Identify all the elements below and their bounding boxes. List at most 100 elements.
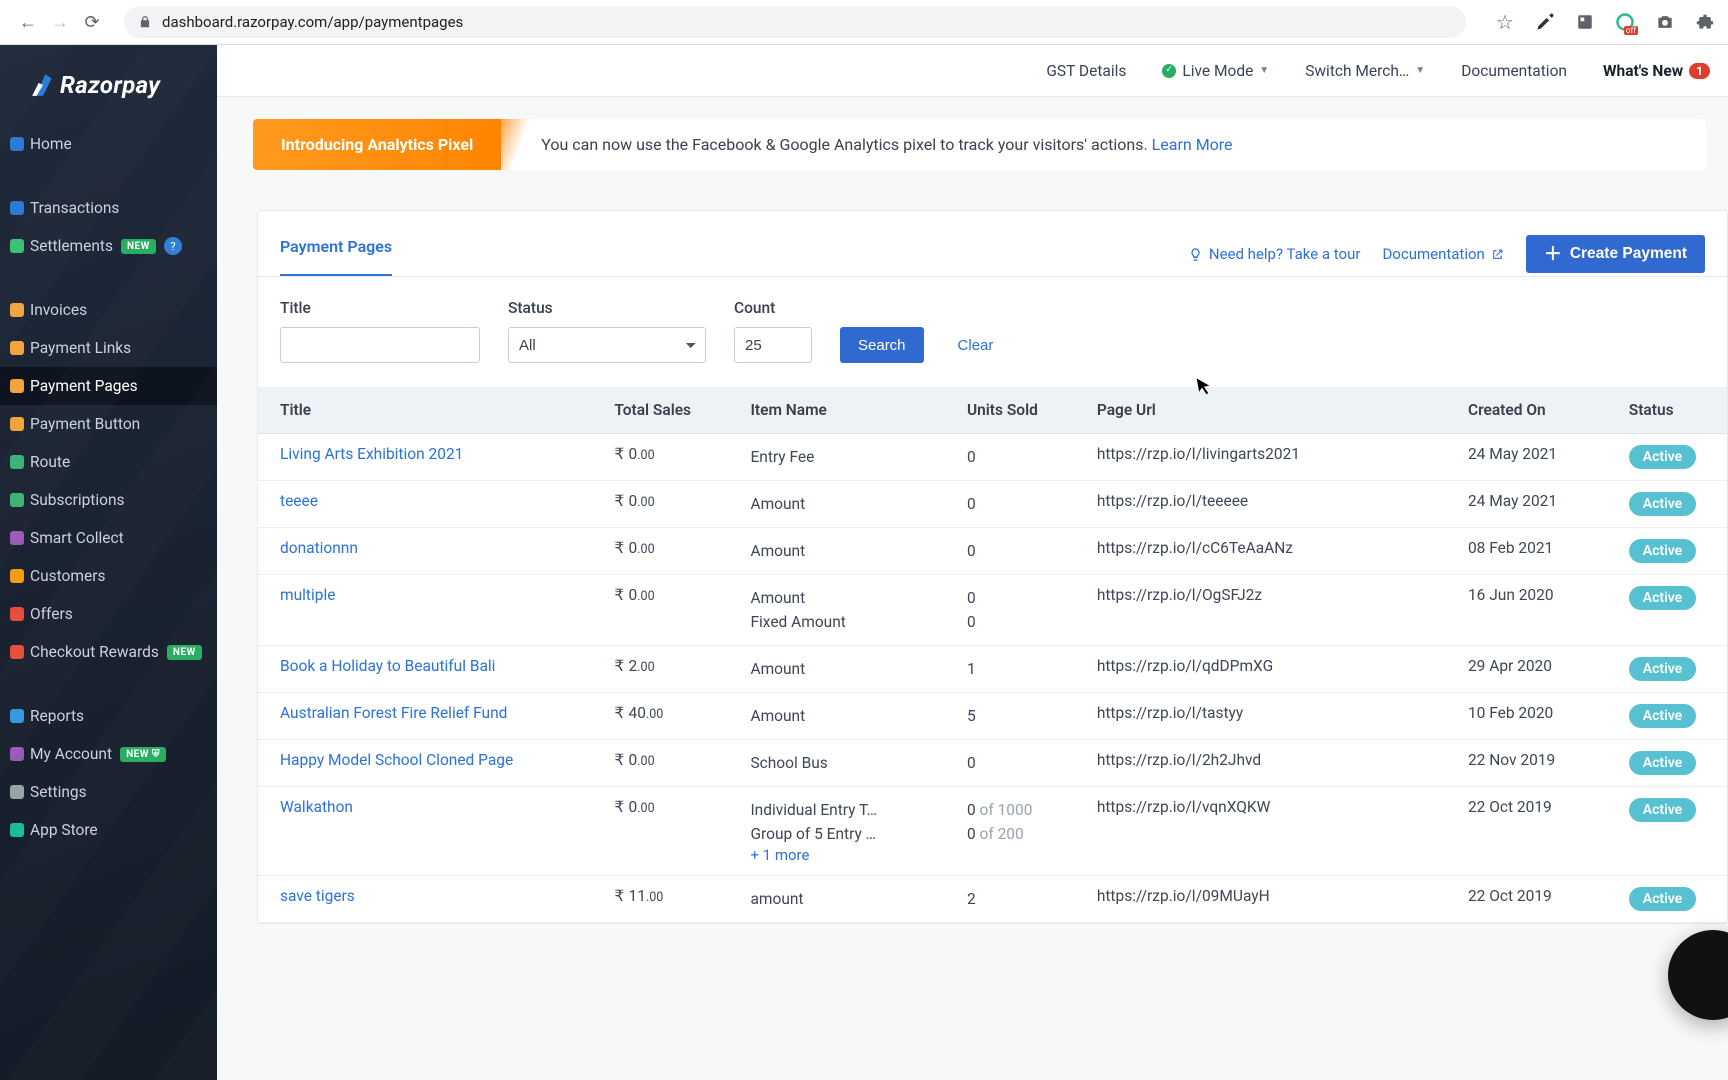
page-title-link[interactable]: Book a Holiday to Beautiful Bali <box>280 657 495 675</box>
status-badge: Active <box>1629 492 1696 516</box>
table-row[interactable]: donationnn ₹ 0.00 Amount 0 https://rzp.i… <box>258 528 1727 575</box>
col-item-name[interactable]: Item Name <box>740 387 956 434</box>
tab-payment-pages[interactable]: Payment Pages <box>280 231 392 277</box>
sidebar-item-checkout-rewards[interactable]: Checkout RewardsNEW <box>0 633 217 671</box>
live-mode-toggle[interactable]: Live Mode▼ <box>1162 62 1269 80</box>
extensions-puzzle-icon[interactable] <box>1694 11 1716 33</box>
nav-icon <box>10 303 24 317</box>
documentation-link[interactable]: Documentation <box>1461 62 1567 80</box>
sidebar-item-payment-links[interactable]: Payment Links <box>0 329 217 367</box>
ext-icon-4[interactable] <box>1654 11 1676 33</box>
nav-icon <box>10 417 24 431</box>
sidebar-item-route[interactable]: Route <box>0 443 217 481</box>
sidebar-item-label: My Account <box>30 745 112 763</box>
col-units-sold[interactable]: Units Sold <box>957 387 1087 434</box>
sidebar-item-offers[interactable]: Offers <box>0 595 217 633</box>
gst-details-link[interactable]: GST Details <box>1046 62 1126 80</box>
sidebar-item-settlements[interactable]: SettlementsNEW? <box>0 227 217 265</box>
table-row[interactable]: Happy Model School Cloned Page ₹ 0.00 Sc… <box>258 740 1727 787</box>
chevron-down-icon: ▼ <box>1415 65 1425 76</box>
sidebar-item-label: Offers <box>30 605 73 623</box>
clear-button[interactable]: Clear <box>952 327 1000 363</box>
page-title-link[interactable]: Australian Forest Fire Relief Fund <box>280 704 507 722</box>
filter-count-input[interactable] <box>734 327 812 363</box>
sidebar-item-transactions[interactable]: Transactions <box>0 189 217 227</box>
create-payment-page-button[interactable]: ＋ Create Payment <box>1526 235 1705 273</box>
page-url: https://rzp.io/l/qdDPmXG <box>1087 646 1458 693</box>
eyedropper-ext-icon[interactable] <box>1534 11 1556 33</box>
nav-icon <box>10 137 24 151</box>
created-on: 24 May 2021 <box>1458 481 1619 528</box>
reload-button[interactable]: ⟳ <box>80 12 104 33</box>
switch-merchant[interactable]: Switch Merch…▼ <box>1305 62 1425 80</box>
col-status[interactable]: Status <box>1619 387 1727 434</box>
table-row[interactable]: multiple ₹ 0.00 AmountFixed Amount 00 ht… <box>258 575 1727 646</box>
status-badge: Active <box>1629 539 1696 563</box>
back-button[interactable]: ← <box>16 12 40 33</box>
sidebar-item-my-account[interactable]: My AccountNEW ⛨ <box>0 735 217 773</box>
page-title-link[interactable]: save tigers <box>280 887 355 905</box>
sidebar-item-settings[interactable]: Settings <box>0 773 217 811</box>
filter-title-input[interactable] <box>280 327 480 363</box>
page-title-link[interactable]: Happy Model School Cloned Page <box>280 751 513 769</box>
table-row[interactable]: teeee ₹ 0.00 Amount 0 https://rzp.io/l/t… <box>258 481 1727 528</box>
page-url: https://rzp.io/l/2h2Jhvd <box>1087 740 1458 787</box>
page-title-link[interactable]: Living Arts Exhibition 2021 <box>280 445 463 463</box>
table-row[interactable]: Walkathon ₹ 0.00 Individual Entry T…Grou… <box>258 787 1727 876</box>
sidebar-item-payment-button[interactable]: Payment Button <box>0 405 217 443</box>
page-title-link[interactable]: donationnn <box>280 539 358 557</box>
status-badge: Active <box>1629 751 1696 775</box>
units-sold: 0 <box>967 586 1077 610</box>
page-title-link[interactable]: Walkathon <box>280 798 353 816</box>
filter-status-label: Status <box>508 299 706 317</box>
forward-button[interactable]: → <box>48 12 72 33</box>
total-sales: ₹ 0.00 <box>604 740 740 787</box>
sidebar-item-app-store[interactable]: App Store <box>0 811 217 849</box>
help-fab[interactable] <box>1668 930 1728 1020</box>
nav-icon <box>10 379 24 393</box>
sidebar-item-customers[interactable]: Customers <box>0 557 217 595</box>
take-a-tour-link[interactable]: Need help? Take a tour <box>1188 245 1361 263</box>
address-bar[interactable]: dashboard.razorpay.com/app/paymentpages <box>124 6 1466 38</box>
col-page-url[interactable]: Page Url <box>1087 387 1458 434</box>
panel-documentation-link[interactable]: Documentation <box>1382 245 1503 263</box>
table-row[interactable]: save tigers ₹ 11.00 amount 2 https://rzp… <box>258 876 1727 923</box>
search-button[interactable]: Search <box>840 327 924 363</box>
payment-pages-panel: Payment Pages Need help? Take a tour Doc… <box>257 210 1728 924</box>
analytics-banner: Introducing Analytics Pixel You can now … <box>253 119 1706 170</box>
page-url: https://rzp.io/l/vqnXQKW <box>1087 787 1458 876</box>
ext-icon-3[interactable]: off <box>1614 11 1636 33</box>
filter-status-select[interactable]: All <box>508 327 706 363</box>
sidebar-item-home[interactable]: Home <box>0 125 217 163</box>
table-row[interactable]: Book a Holiday to Beautiful Bali ₹ 2.00 … <box>258 646 1727 693</box>
table-row[interactable]: Australian Forest Fire Relief Fund ₹ 40.… <box>258 693 1727 740</box>
more-items-link[interactable]: + 1 more <box>750 846 946 864</box>
page-url: https://rzp.io/l/cC6TeAaANz <box>1087 528 1458 575</box>
nav-icon <box>10 823 24 837</box>
whats-new[interactable]: What's New 1 <box>1603 62 1710 80</box>
units-sold: 5 <box>967 704 1077 728</box>
sidebar-item-reports[interactable]: Reports <box>0 697 217 735</box>
sidebar-item-smart-collect[interactable]: Smart Collect <box>0 519 217 557</box>
created-on: 08 Feb 2021 <box>1458 528 1619 575</box>
units-sold: 0 <box>967 492 1077 516</box>
units-sold: 0 <box>967 539 1077 563</box>
payment-pages-table: Title Total Sales Item Name Units Sold P… <box>258 387 1727 923</box>
learn-more-link[interactable]: Learn More <box>1152 135 1233 154</box>
col-created-on[interactable]: Created On <box>1458 387 1619 434</box>
sidebar-item-invoices[interactable]: Invoices <box>0 291 217 329</box>
units-sold: 0 of 200 <box>967 822 1077 846</box>
table-row[interactable]: Living Arts Exhibition 2021 ₹ 0.00 Entry… <box>258 434 1727 481</box>
page-title-link[interactable]: teeee <box>280 492 318 510</box>
sidebar-item-payment-pages[interactable]: Payment Pages <box>0 367 217 405</box>
nav-icon <box>10 531 24 545</box>
item-name: School Bus <box>750 751 946 775</box>
col-total-sales[interactable]: Total Sales <box>604 387 740 434</box>
logo[interactable]: Razorpay <box>0 45 217 125</box>
page-title-link[interactable]: multiple <box>280 586 335 604</box>
ext-icon-2[interactable] <box>1574 11 1596 33</box>
content: GST Details Live Mode▼ Switch Merch…▼ Do… <box>217 45 1728 1080</box>
star-icon[interactable]: ☆ <box>1494 11 1516 33</box>
sidebar-item-subscriptions[interactable]: Subscriptions <box>0 481 217 519</box>
col-title[interactable]: Title <box>258 387 604 434</box>
